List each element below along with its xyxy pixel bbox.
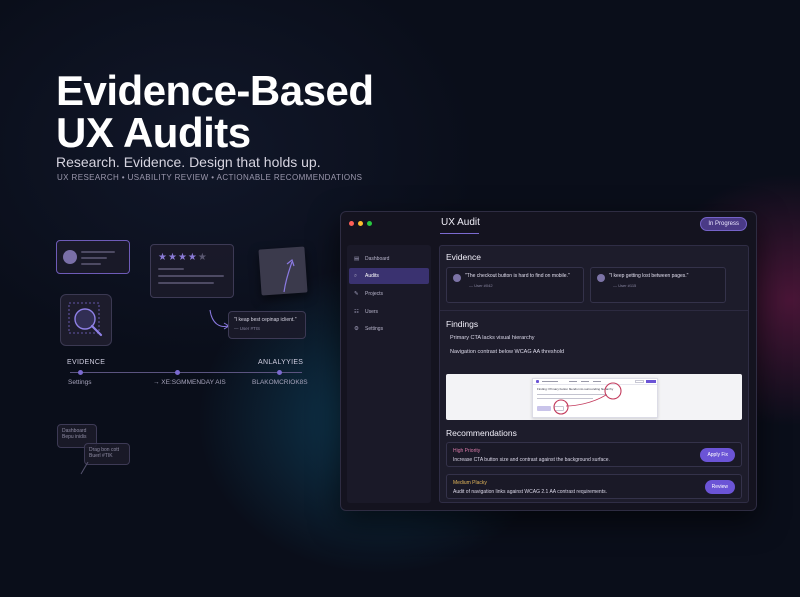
dashboard-icon: ▤ (354, 256, 360, 262)
sidebar-item-projects[interactable]: ✎ Projects (349, 286, 429, 302)
title-bar: UX Audit In Progress (341, 212, 756, 236)
title-underline (440, 233, 479, 234)
recommendation-text: Audit of navigation links against WCAG 2… (453, 489, 607, 495)
sidebar-item-users[interactable]: ☷ Users (349, 304, 429, 320)
sidebar-item-audits[interactable]: ⌕ Audits (349, 268, 429, 284)
timeline-dot (78, 370, 83, 375)
window-title: UX Audit (441, 217, 480, 228)
review-button[interactable]: Review (704, 480, 735, 494)
search-icon: ⌕ (354, 273, 358, 279)
placeholder-line (81, 257, 107, 259)
user-avatar-icon (453, 274, 461, 282)
apply-fix-button[interactable]: Apply Fix (700, 448, 735, 462)
sidebar: ▤ Dashboard ⌕ Audits ✎ Projects ☷ Users ⚙ Set… (347, 245, 431, 503)
tooltip-line: Buerl #TIK (89, 453, 113, 459)
profile-card (56, 240, 130, 274)
avatar (63, 250, 77, 264)
timeline-label-evidence: EVIDENCE (67, 359, 106, 366)
recommendation-card: Medium Placky Audit of navigation links … (446, 474, 742, 499)
timeline-label-analysis: ANLALYYIES (258, 359, 304, 366)
star-icon: ★ (167, 252, 178, 263)
gear-icon: ⚙ (354, 326, 359, 332)
main-panel: Evidence "The checkout button is hard to… (439, 245, 749, 503)
sidebar-item-label: Users (365, 309, 379, 315)
hero-title-line1: Evidence-Based (56, 67, 374, 114)
priority-label: Medium Placky (453, 480, 487, 486)
findings-heading: Findings (446, 319, 479, 329)
hero-title: Evidence-Based UX Audits (56, 70, 416, 154)
timeline-sublabel: Settings (68, 379, 92, 386)
star-icon: ★ (158, 252, 168, 263)
timeline-dot (175, 370, 180, 375)
recommendation-text: Increase CTA button size and contrast ag… (453, 457, 610, 463)
tooltip-pointer (80, 462, 89, 475)
timeline-dot (277, 370, 282, 375)
sidebar-item-label: Settings (365, 326, 384, 332)
annotation-overlay (553, 382, 622, 415)
finding-item: Primary CTA lacks visual hierarchy (450, 335, 535, 341)
magnifier-card (60, 294, 112, 346)
evidence-user: — User #115 (613, 283, 637, 288)
placeholder-line (81, 263, 101, 265)
placeholder-line (158, 268, 184, 270)
evidence-card[interactable]: "I keep getting lost between pages." — U… (590, 267, 726, 303)
app-window: UX Audit In Progress ▤ Dashboard ⌕ Audits … (340, 211, 757, 511)
close-window-button[interactable] (349, 221, 354, 226)
quote-user: — User #TIS (234, 326, 261, 331)
evidence-card[interactable]: "The checkout button is hard to find on … (446, 267, 584, 303)
sidebar-item-label: Dashboard (365, 256, 390, 262)
timeline-sublabel: → XE:SGMMENDAY AIS (153, 379, 226, 386)
finding-item: Navigation contrast below WCAG AA thresh… (450, 349, 565, 355)
evidence-heading: Evidence (446, 252, 481, 262)
evidence-quote: "I keep getting lost between pages." (609, 273, 689, 279)
user-avatar-icon (597, 274, 605, 282)
sidebar-item-settings[interactable]: ⚙ Settings (349, 321, 429, 337)
divider (440, 310, 748, 311)
sidebar-item-label: Audits (365, 273, 379, 279)
sidebar-item-dashboard[interactable]: ▤ Dashboard (349, 251, 429, 267)
priority-label: High Priority (453, 448, 481, 454)
star-icon: ★ (177, 252, 188, 263)
recommendation-card: High Priority Increase CTA button size a… (446, 442, 742, 467)
star-rating: ★★★★★ (158, 252, 208, 263)
pencil-icon: ✎ (354, 291, 359, 297)
hero-title-line2: UX Audits (56, 109, 251, 156)
users-icon: ☷ (354, 309, 359, 315)
placeholder-line (81, 251, 115, 253)
tooltip-line: Bepu inidis (62, 434, 87, 440)
quote-text: "I keap best cepinap iclient." (234, 317, 297, 323)
evidence-quote: "The checkout button is hard to find on … (465, 273, 570, 279)
timeline-line (70, 372, 302, 373)
timeline-sublabel: BLAKOMCRIOK8S (252, 379, 308, 386)
hero-tags: UX RESEARCH • USABILITY REVIEW • ACTIONA… (57, 173, 363, 182)
sidebar-item-label: Projects (365, 291, 384, 297)
maximize-window-button[interactable] (367, 221, 372, 226)
finding-screenshot[interactable]: Finding: Primary button blends into surr… (446, 374, 742, 420)
minimize-window-button[interactable] (358, 221, 363, 226)
quote-card: "I keap best cepinap iclient." — User #T… (228, 311, 306, 339)
hero-subtitle: Research. Evidence. Design that holds up… (56, 154, 321, 170)
star-icon: ★ (187, 252, 198, 263)
recommendations-heading: Recommendations (446, 428, 517, 438)
magnifier-icon (68, 302, 103, 337)
status-badge[interactable]: In Progress (700, 217, 747, 231)
evidence-user: — User #042 (469, 283, 493, 288)
